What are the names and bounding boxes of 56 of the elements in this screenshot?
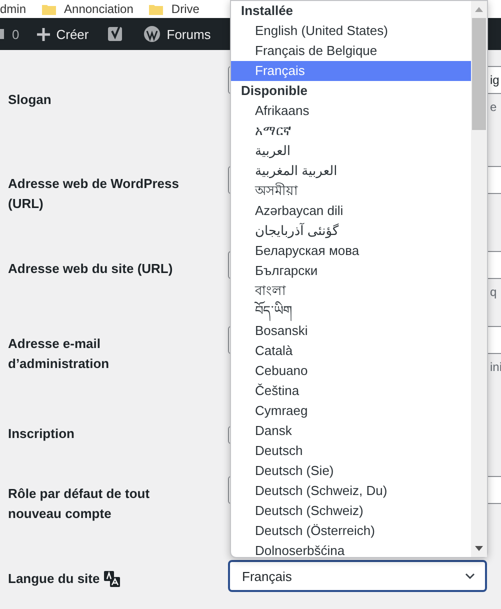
language-option[interactable]: བོད་ཡིག bbox=[231, 301, 471, 321]
language-option[interactable]: العربية bbox=[231, 141, 471, 161]
bookmark-link[interactable]: dmin bbox=[0, 2, 26, 16]
language-option[interactable]: Azərbaycan dili bbox=[231, 201, 471, 221]
option-group-label: Installée bbox=[240, 2, 294, 20]
scroll-down-icon[interactable] bbox=[475, 546, 483, 552]
yoast-icon[interactable] bbox=[106, 24, 125, 44]
language-option[interactable]: English (United States) bbox=[231, 21, 471, 41]
language-option[interactable]: گؤنئی آذربایجان bbox=[231, 221, 471, 241]
field-label: Langue du site bbox=[8, 570, 100, 588]
comments-link[interactable]: 0 bbox=[0, 26, 20, 42]
bookmark-link[interactable]: Drive bbox=[171, 2, 200, 16]
language-option[interactable]: Català bbox=[231, 341, 471, 361]
bookmark-link[interactable]: Annonciation bbox=[64, 2, 134, 16]
create-link[interactable]: Créer bbox=[37, 26, 89, 42]
language-option[interactable]: Deutsch (Österreich) bbox=[231, 521, 471, 541]
folder-icon bbox=[42, 4, 56, 14]
language-option[interactable]: Deutsch bbox=[231, 441, 471, 461]
language-option[interactable]: Afrikaans bbox=[231, 101, 471, 121]
language-option[interactable]: العربية المغربية bbox=[231, 161, 471, 181]
language-select[interactable]: Français bbox=[228, 560, 487, 592]
language-option[interactable]: Čeština bbox=[231, 381, 471, 401]
plus-icon bbox=[37, 28, 50, 40]
forums-link[interactable]: Forums bbox=[142, 25, 211, 43]
language-option[interactable]: Deutsch (Schweiz, Du) bbox=[231, 481, 471, 501]
option-group-label: Disponible bbox=[240, 82, 308, 100]
language-option[interactable]: Deutsch (Sie) bbox=[231, 461, 471, 481]
language-option[interactable]: Français bbox=[231, 61, 471, 81]
wordpress-icon bbox=[142, 25, 161, 43]
chevron-icon bbox=[465, 573, 475, 579]
language-option[interactable]: অসমীয়া bbox=[231, 181, 471, 201]
field-description: q bbox=[490, 285, 498, 299]
folder-icon bbox=[149, 4, 164, 14]
language-option[interactable]: Bosanski bbox=[231, 321, 471, 341]
field-label: Adresse web du site (URL) bbox=[8, 260, 173, 278]
language-option[interactable]: Deutsch (Schweiz) bbox=[231, 501, 471, 521]
language-option[interactable]: Français de Belgique bbox=[231, 41, 471, 61]
field-label: Adresse e-mail d’administration bbox=[8, 335, 110, 373]
language-option[interactable]: Dansk bbox=[231, 421, 471, 441]
field-label: Rôle par défaut de tout nouveau compte bbox=[8, 485, 151, 523]
scrollbar[interactable] bbox=[471, 1, 487, 557]
language-option[interactable]: አማርኛ bbox=[231, 121, 471, 141]
scrollbar-thumb[interactable] bbox=[472, 18, 486, 130]
field-label: Inscription bbox=[8, 425, 74, 443]
field-description: ini bbox=[490, 360, 501, 374]
language-option[interactable]: Cymraeg bbox=[231, 401, 471, 421]
field-label: Slogan bbox=[8, 91, 52, 109]
translation-icon bbox=[104, 571, 120, 587]
language-option[interactable]: Cebuano bbox=[231, 361, 471, 381]
field-label: Adresse web de WordPress (URL) bbox=[8, 175, 180, 213]
language-option[interactable]: Български bbox=[231, 261, 471, 281]
scroll-up-icon[interactable] bbox=[475, 6, 483, 12]
language-option[interactable]: Dolnoserbšćina bbox=[231, 541, 471, 557]
language-option[interactable]: বাংলা bbox=[231, 281, 471, 301]
field-description: e bbox=[490, 100, 498, 114]
language-option[interactable]: Беларуская мова bbox=[231, 241, 471, 261]
